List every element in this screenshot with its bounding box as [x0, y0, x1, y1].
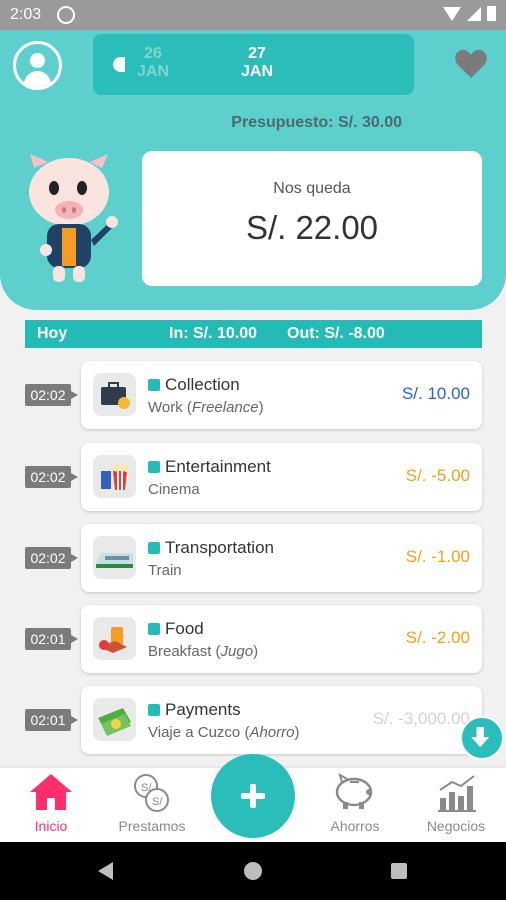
transaction-category: Food [165, 619, 204, 638]
transaction-row[interactable]: 02:02 Collection Work (Freelance) S/. 10… [0, 361, 506, 429]
transaction-amount: S/. 10.00 [401, 384, 470, 403]
transaction-category: Collection [165, 375, 240, 394]
transaction-subtitle: Work (Freelance) [148, 399, 264, 416]
category-dot [148, 379, 160, 391]
nav-label-prestamos: Prestamos [118, 818, 186, 834]
summary-in: In: S/. 10.00 [169, 325, 258, 342]
arrow-down-icon [471, 727, 490, 748]
prev-date-month: JAN [136, 63, 169, 80]
nav-item-negocios[interactable]: Negocios [406, 768, 506, 842]
avatar-icon[interactable] [13, 41, 62, 90]
summary-out: Out: S/. -8.00 [287, 325, 385, 342]
transaction-amount: S/. -1.00 [405, 547, 470, 566]
transaction-note: Freelance [191, 399, 259, 416]
transaction-row[interactable]: 02:02 Transportation Train S/. -1.00 [0, 524, 506, 592]
bar-chart-icon [438, 775, 476, 812]
date-selector[interactable]: 26 JAN 27 JAN [93, 34, 414, 95]
heart-icon[interactable] [454, 48, 488, 80]
remaining-card: Nos queda S/. 22.00 [142, 151, 482, 286]
transaction-category: Transportation [165, 538, 274, 557]
wifi-icon [443, 6, 461, 21]
status-icons [443, 6, 496, 21]
transaction-category: Payments [165, 700, 241, 719]
header: 26 JAN 27 JAN Presupuesto: S/. 30.00 Nos… [0, 30, 506, 310]
briefcase-icon [93, 373, 136, 416]
home-icon [30, 774, 72, 810]
category-dot [148, 542, 160, 554]
battery-icon [487, 6, 496, 21]
svg-text:S/: S/ [141, 782, 152, 794]
transaction-card[interactable]: Food Breakfast (Jugo) S/. -2.00 [81, 605, 482, 673]
budget-label: Presupuesto: S/. 30.00 [231, 114, 402, 131]
current-date[interactable]: 27 JAN [231, 45, 283, 81]
recent-apps-icon[interactable] [391, 863, 407, 879]
transaction-sub: Viaje a Cuzco [148, 724, 241, 741]
current-date-month: JAN [240, 63, 273, 80]
transaction-time: 02:01 [25, 628, 78, 650]
transaction-category: Entertainment [165, 457, 271, 476]
transaction-sub: Cinema [148, 481, 200, 498]
coins-icon: S/ S/ [134, 774, 169, 812]
transaction-subtitle: Cinema [148, 481, 200, 498]
transaction-subtitle: Train [148, 562, 182, 579]
transaction-row[interactable]: 02:02 Entertainment Cinema S/. -5.00 [0, 443, 506, 511]
app-notification-icon [57, 6, 75, 24]
transaction-sub: Work [148, 399, 183, 416]
transaction-amount: S/. -2.00 [405, 628, 470, 647]
transaction-subtitle: Breakfast (Jugo) [148, 643, 259, 660]
current-date-day: 27 [248, 45, 266, 62]
status-time: 2:03 [10, 6, 42, 23]
breakfast-icon [93, 617, 136, 660]
summary-day: Hoy [37, 325, 68, 342]
system-nav-bar [0, 842, 506, 900]
nav-label-inicio: Inicio [34, 818, 68, 834]
money-icon [93, 698, 136, 741]
transaction-note: Jugo [220, 643, 254, 660]
nav-item-inicio[interactable]: Inicio [1, 768, 101, 842]
signal-icon [467, 6, 481, 21]
transaction-amount: S/. -3,000.00 [372, 709, 470, 728]
remaining-amount: S/. 22.00 [245, 209, 379, 246]
transaction-note: Ahorro [249, 724, 295, 741]
home-button-icon[interactable] [244, 862, 262, 880]
transaction-subtitle: Viaje a Cuzco (Ahorro) [148, 724, 300, 741]
transaction-time: 02:02 [25, 466, 78, 488]
nav-label-negocios: Negocios [426, 818, 486, 834]
transaction-row[interactable]: 02:01 Payments Viaje a Cuzco (Ahorro) S/… [0, 686, 506, 754]
status-bar: 2:03 [0, 0, 506, 30]
popcorn-icon [93, 455, 136, 498]
nav-item-ahorros[interactable]: Ahorros [305, 768, 405, 842]
piggy-bank-icon [335, 772, 373, 809]
transaction-time: 02:01 [25, 709, 78, 731]
remaining-label: Nos queda [273, 180, 351, 197]
nav-label-ahorros: Ahorros [330, 818, 380, 834]
category-dot [148, 704, 160, 716]
prev-date[interactable]: 26 JAN [131, 45, 175, 81]
transaction-time: 02:02 [25, 547, 78, 569]
back-icon[interactable] [98, 862, 113, 880]
transaction-card[interactable]: Collection Work (Freelance) S/. 10.00 [81, 361, 482, 429]
category-dot [148, 461, 160, 473]
transaction-sub: Breakfast [148, 643, 212, 660]
transaction-card[interactable]: Payments Viaje a Cuzco (Ahorro) S/. -3,0… [81, 686, 482, 754]
previous-day-icon[interactable] [113, 57, 125, 72]
transaction-card[interactable]: Entertainment Cinema S/. -5.00 [81, 443, 482, 511]
scroll-down-button[interactable] [460, 716, 504, 760]
bottom-nav: Inicio S/ S/ Prestamos Ahorros Negocios [0, 754, 506, 842]
summary-bar: Hoy In: S/. 10.00 Out: S/. -8.00 [25, 320, 482, 348]
transaction-time: 02:02 [25, 384, 78, 406]
transaction-card[interactable]: Transportation Train S/. -1.00 [81, 524, 482, 592]
nav-item-prestamos[interactable]: S/ S/ Prestamos [102, 768, 202, 842]
category-dot [148, 623, 160, 635]
add-transaction-button[interactable] [211, 754, 295, 838]
train-icon [93, 536, 136, 579]
prev-date-day: 26 [144, 45, 162, 62]
transaction-amount: S/. -5.00 [405, 466, 470, 485]
transaction-sub: Train [148, 562, 182, 579]
pig-mascot-icon [29, 154, 118, 282]
transaction-row[interactable]: 02:01 Food Breakfast (Jugo) S/. -2.00 [0, 605, 506, 673]
svg-text:S/: S/ [152, 796, 163, 808]
